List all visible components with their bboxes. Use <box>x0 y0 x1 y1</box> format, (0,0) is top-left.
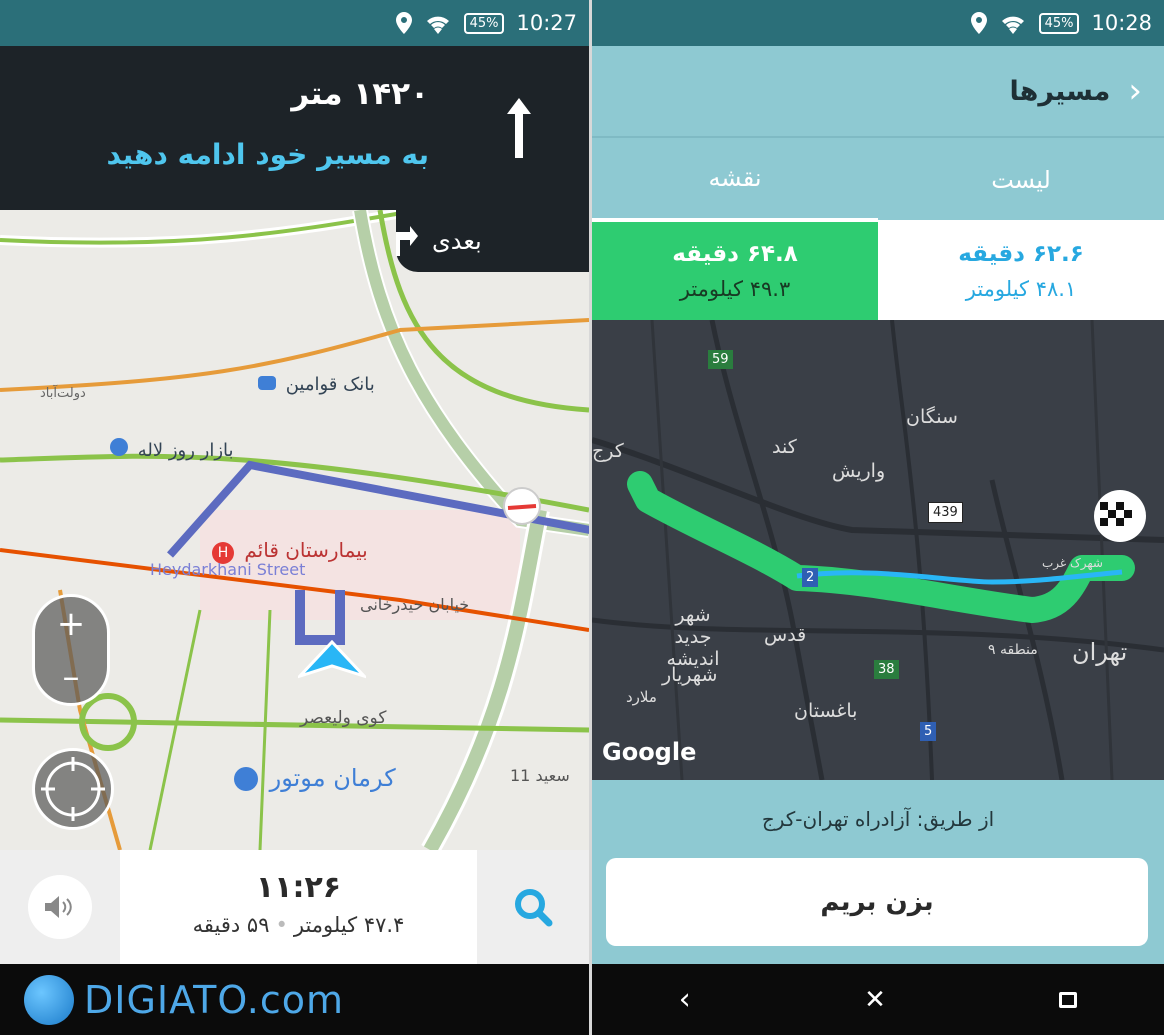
clock: 10:28 <box>1091 11 1152 35</box>
clock: 10:27 <box>516 11 577 35</box>
route-map[interactable]: کرج سنگان کند واریش شهر جدید اندیشه قدس … <box>592 320 1164 780</box>
route-card-alternative[interactable]: ۶۲.۶ دقیقه ۴۸.۱ کیلومتر <box>878 222 1164 320</box>
trip-info: ۴۷.۴ کیلومتر•۵۹ دقیقه <box>120 913 477 937</box>
crosshair-icon <box>41 757 105 821</box>
sound-circle <box>28 875 92 939</box>
road-shield: 59 <box>708 350 733 369</box>
routes-header: مسیرها › <box>592 46 1164 138</box>
next-label: بعدی <box>432 227 482 255</box>
map-label-malard: ملارد <box>626 688 657 706</box>
bank-label-text: بانک قوامین <box>285 374 375 395</box>
map-label-tehran: تهران <box>1072 638 1128 666</box>
road-shield: 439 <box>928 502 963 523</box>
sound-button[interactable] <box>0 850 120 964</box>
hospital-label-text: بیمارستان قائم <box>244 538 368 562</box>
route-time: ۶۴.۸ دقیقه <box>672 241 798 267</box>
map-label-kerman: کرمان موتور <box>234 764 396 792</box>
wifi-icon <box>426 16 449 34</box>
map-label-karaj: کرج <box>592 440 624 462</box>
maneuver-distance: ۱۴۲۰ متر <box>291 76 429 112</box>
map-label-saeed: سعید 11 <box>510 766 570 785</box>
map-label-kan: کند <box>772 436 797 458</box>
zoom-out-button[interactable]: – <box>63 660 80 694</box>
route-card-selected[interactable]: ۶۴.۸ دقیقه ۴۹.۳ کیلومتر <box>592 222 878 320</box>
road-shield: 5 <box>920 722 937 741</box>
map-roads <box>592 320 1164 780</box>
wifi-icon <box>1001 16 1024 34</box>
map-label-street-en: Heydarkhani Street <box>150 560 306 579</box>
map-label-vardij: واریش <box>832 460 886 482</box>
route-distance: ۴۹.۳ کیلومتر <box>679 277 791 301</box>
road-shield: 2 <box>802 568 819 587</box>
maneuver-instruction: به مسیر خود ادامه دهید <box>106 138 429 171</box>
next-maneuver[interactable]: بعدی <box>396 210 589 272</box>
straight-arrow-icon <box>507 98 531 158</box>
brand-footer: DIGIATO.com <box>0 964 589 1035</box>
zoom-in-button[interactable]: + <box>57 607 86 641</box>
shopping-bag-icon <box>234 767 258 791</box>
bank-icon <box>258 376 276 390</box>
map-label-qods: قدس <box>764 624 807 646</box>
routes-screen: 45% 10:28 مسیرها › نقشه لیست ۶۴.۸ دقیقه … <box>592 0 1164 1035</box>
map-label-shahriar: شهریار <box>662 664 718 686</box>
map-label-alley: کوی ولیعصر <box>300 708 387 728</box>
recenter-button[interactable] <box>32 748 114 830</box>
route-distance: ۴۸.۱ کیلومتر <box>965 277 1077 301</box>
map-label-shahr-jadid: شهر جدید اندیشه <box>666 604 720 670</box>
google-logo: Google <box>602 738 697 766</box>
map-label-gharb: شهرک غرب <box>1042 556 1103 570</box>
zoom-control: + – <box>32 594 110 706</box>
battery-indicator: 45% <box>463 12 505 34</box>
tab-map[interactable]: نقشه <box>592 138 878 222</box>
trip-separator: • <box>275 913 288 937</box>
location-icon <box>395 12 412 34</box>
battery-indicator: 45% <box>1038 12 1080 34</box>
turn-right-icon <box>396 226 418 256</box>
route-options: ۶۴.۸ دقیقه ۴۹.۳ کیلومتر ۶۲.۶ دقیقه ۴۸.۱ … <box>592 222 1164 320</box>
map-label-bank: بانک قوامین <box>258 374 375 395</box>
bazaar-label-text: بازار روز لاله <box>137 440 234 461</box>
speaker-icon <box>45 896 72 918</box>
back-nav-icon[interactable]: ‹ <box>679 982 691 1017</box>
start-navigation-button[interactable]: بزن بریم <box>606 858 1148 946</box>
status-bar: 45% 10:28 <box>592 0 1164 46</box>
map-label-street-fa: خیابان حیدرخانی <box>360 595 470 614</box>
view-tabs: نقشه لیست <box>592 138 1164 222</box>
map-label-lane: دولت‌آباد <box>40 386 86 401</box>
brand-text: DIGIATO.com <box>84 977 344 1022</box>
recents-nav-icon[interactable]: ✕ <box>864 985 886 1015</box>
current-position-icon <box>298 640 366 679</box>
navigation-header: ۱۴۲۰ متر به مسیر خود ادامه دهید <box>0 46 589 210</box>
trip-distance: ۴۷.۴ کیلومتر <box>293 913 405 937</box>
map-label-sangan: سنگان <box>906 406 958 428</box>
page-title: مسیرها <box>1009 75 1111 107</box>
location-icon <box>970 12 987 34</box>
tab-list[interactable]: لیست <box>878 138 1164 222</box>
trip-bar: ۱۱:۲۶ ۴۷.۴ کیلومتر•۵۹ دقیقه <box>0 850 589 964</box>
system-navigation-bar: ‹ ✕ <box>592 964 1164 1035</box>
trip-summary: ۱۱:۲۶ ۴۷.۴ کیلومتر•۵۹ دقیقه <box>120 850 477 964</box>
status-bar: 45% 10:27 <box>0 0 589 46</box>
map-label-baghestan: باغستان <box>794 700 858 722</box>
shop-icon <box>110 438 128 456</box>
map-label-district: منطقه ۹ <box>988 642 1038 658</box>
search-icon <box>515 889 553 927</box>
road-shield: 38 <box>874 660 899 679</box>
route-via: از طریق: آزادراه تهران-کرج <box>761 807 995 831</box>
overview-nav-icon[interactable] <box>1059 991 1078 1008</box>
back-chevron-icon[interactable]: › <box>1128 71 1142 111</box>
brand-logo-icon <box>24 974 74 1025</box>
kerman-label-text: کرمان موتور <box>269 764 396 792</box>
route-time: ۶۲.۶ دقیقه <box>958 241 1084 267</box>
navigation-screen: 45% 10:27 ۱۴۲۰ متر به مسیر خود ادامه دهی… <box>0 0 589 1035</box>
map-label-bazaar: بازار روز لاله <box>110 438 234 461</box>
search-button[interactable] <box>477 850 589 964</box>
trip-duration: ۵۹ دقیقه <box>192 913 270 937</box>
arrival-time: ۱۱:۲۶ <box>255 870 342 905</box>
